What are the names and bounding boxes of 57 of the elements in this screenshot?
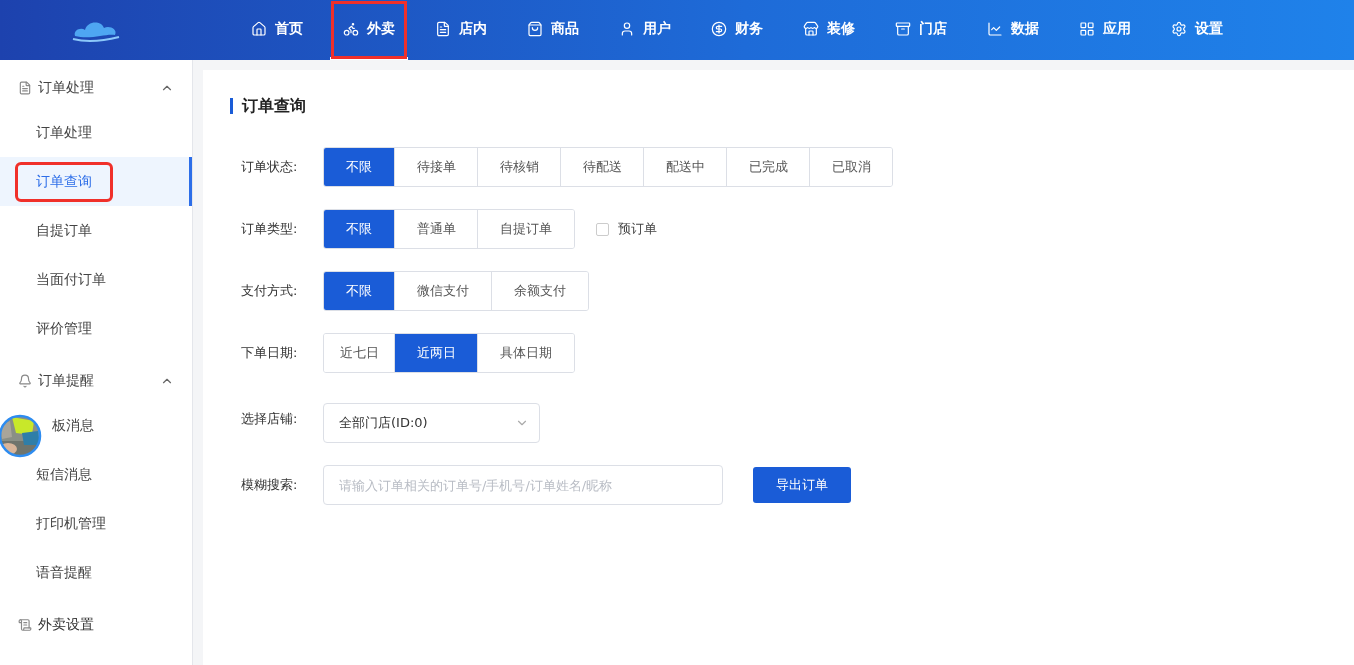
filter-label: 订单类型:	[240, 220, 299, 238]
bicycle-icon	[343, 20, 359, 37]
filter-option[interactable]: 不限	[324, 272, 394, 310]
line-chart-icon	[987, 20, 1003, 37]
bag-icon	[527, 20, 543, 37]
sidebar-item[interactable]: 当面付订单	[0, 255, 192, 304]
sidebar-item[interactable]: 自提订单	[0, 206, 192, 255]
scroll-icon	[18, 618, 32, 632]
sidebar-item[interactable]: 订单查询	[0, 157, 192, 206]
nav-tab[interactable]: 用户	[606, 0, 684, 60]
nav-tab[interactable]: 外卖	[330, 0, 408, 60]
filter-label: 订单状态:	[240, 158, 299, 176]
nav-tab[interactable]: 商品	[514, 0, 592, 60]
filter-label: 选择店铺:	[240, 410, 299, 428]
store-select[interactable]: 全部门店(ID:0)	[323, 403, 540, 443]
home-icon	[251, 20, 267, 37]
sidebar-item[interactable]: 订单处理	[0, 108, 192, 157]
grid-icon	[1079, 20, 1095, 37]
sidebar-group[interactable]: 订单提醒	[38, 372, 94, 390]
nav-tab[interactable]: 门店	[882, 0, 960, 60]
sidebar-item[interactable]: 打印机管理	[0, 499, 192, 548]
checkbox-label: 预订单	[618, 220, 657, 238]
sidebar-item[interactable]: 语音提醒	[0, 548, 192, 597]
filter-option[interactable]: 不限	[324, 210, 394, 248]
nav-tab[interactable]: 装修	[790, 0, 868, 60]
page-title: 订单查询	[230, 98, 1354, 114]
checkbox[interactable]	[596, 222, 609, 236]
sidebar-item[interactable]: 评价管理	[0, 304, 192, 353]
document-icon	[18, 81, 32, 95]
nav-tab[interactable]: 设置	[1158, 0, 1236, 60]
filter-option[interactable]: 不限	[324, 148, 394, 186]
filter-option[interactable]: 近两日	[394, 334, 477, 372]
nav-tab[interactable]: 首页	[238, 0, 316, 60]
nav-tab[interactable]: 店内	[422, 0, 500, 60]
nav-tab[interactable]: 财务	[698, 0, 776, 60]
filter-option[interactable]: 已取消	[809, 148, 892, 186]
user-icon	[619, 20, 635, 37]
sidebar-item[interactable]: 板消息	[44, 401, 192, 450]
filter-option[interactable]: 自提订单	[477, 210, 574, 248]
filter-label: 支付方式:	[240, 282, 299, 300]
shop-icon	[803, 20, 819, 37]
sidebar-group[interactable]: 外卖设置	[38, 616, 94, 634]
bell-icon	[18, 374, 32, 388]
filter-option[interactable]: 余额支付	[491, 272, 588, 310]
nav-tab[interactable]: 数据	[974, 0, 1052, 60]
filter-label: 模糊搜索:	[240, 476, 299, 494]
sidebar-group[interactable]: 订单处理	[38, 79, 94, 97]
settings-icon	[1171, 20, 1187, 37]
filter-option[interactable]: 具体日期	[477, 334, 574, 372]
export-button[interactable]: 导出订单	[753, 467, 851, 503]
filter-label: 下单日期:	[240, 344, 299, 362]
sidebar-item[interactable]: 短信消息	[0, 450, 192, 499]
store-icon	[895, 20, 911, 37]
money-icon	[711, 20, 727, 37]
document-icon	[435, 20, 451, 37]
search-field[interactable]: 请输入订单相关的订单号/手机号/订单姓名/昵称	[323, 465, 723, 505]
nav-tab[interactable]: 应用	[1066, 0, 1144, 60]
